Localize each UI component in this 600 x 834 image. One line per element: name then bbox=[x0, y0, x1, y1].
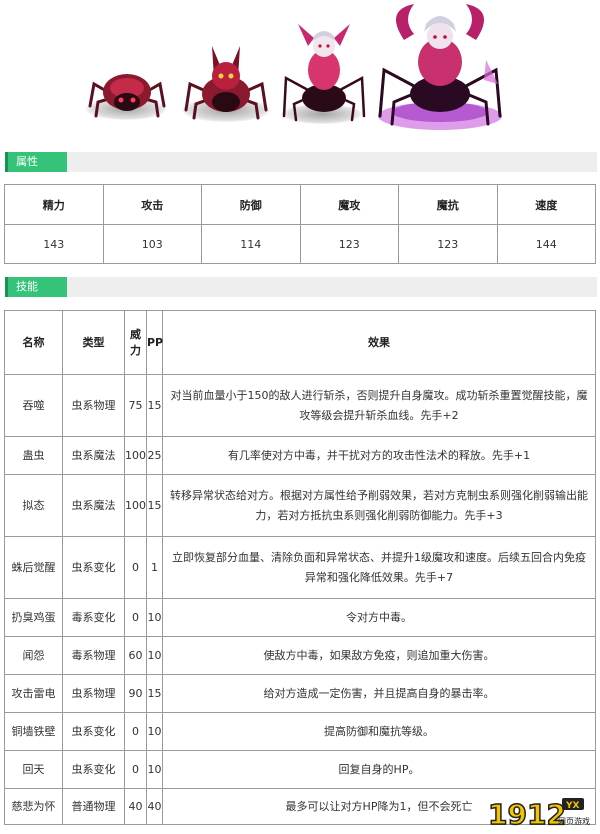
skill-pp: 10 bbox=[146, 598, 163, 637]
stat-value-defense: 114 bbox=[201, 224, 301, 264]
skill-power: 100 bbox=[124, 474, 147, 537]
skill-power: 0 bbox=[124, 750, 147, 789]
spider-stage-4-image bbox=[378, 4, 502, 130]
table-row: 蛛后觉醒 虫系变化 0 1 立即恢复部分血量、清除负面和异常状态、并提升1级魔攻… bbox=[4, 536, 596, 599]
skill-name: 拟态 bbox=[4, 474, 63, 537]
stat-header-defense: 防御 bbox=[201, 184, 301, 225]
skill-header-power: 威力 bbox=[124, 310, 147, 375]
stat-header-attack: 攻击 bbox=[102, 184, 202, 225]
skill-pp: 15 bbox=[146, 674, 163, 713]
table-row: 铜墙铁壁 虫系变化 0 10 提高防御和魔抗等级。 bbox=[4, 712, 596, 751]
skill-name: 攻击雷电 bbox=[4, 674, 63, 713]
skill-power: 0 bbox=[124, 598, 147, 637]
table-row: 回天 虫系变化 0 10 回复自身的HP。 bbox=[4, 750, 596, 789]
skill-power: 40 bbox=[124, 788, 147, 825]
skill-type: 虫系魔法 bbox=[62, 436, 125, 475]
watermark-tagline: 网页游戏 bbox=[558, 816, 590, 826]
stat-value-attack: 103 bbox=[102, 224, 202, 264]
skill-power: 0 bbox=[124, 712, 147, 751]
watermark-logo-text: 1912 bbox=[488, 798, 566, 830]
skill-type: 毒系变化 bbox=[62, 598, 125, 637]
skill-pp: 10 bbox=[146, 636, 163, 675]
stat-header-magic-resist: 魔抗 bbox=[398, 184, 498, 225]
skill-effect: 令对方中毒。 bbox=[162, 598, 596, 637]
skill-type: 虫系变化 bbox=[62, 536, 125, 599]
stat-value-magic-resist: 123 bbox=[398, 224, 498, 264]
table-row: 蛊虫 虫系魔法 100 25 有几率使对方中毒，并干扰对方的攻击性法术的释放。先… bbox=[4, 436, 596, 475]
skill-effect: 回复自身的HP。 bbox=[162, 750, 596, 789]
skill-effect: 提高防御和魔抗等级。 bbox=[162, 712, 596, 751]
stat-value-speed: 144 bbox=[496, 224, 596, 264]
skills-table: 名称 类型 威力 PP 效果 吞噬 虫系物理 75 15 对当前血量小于150的… bbox=[4, 310, 596, 825]
watermark-sub-text: YX bbox=[565, 801, 580, 811]
stats-value-row: 143 103 114 123 123 144 bbox=[4, 224, 596, 264]
skill-name: 回天 bbox=[4, 750, 63, 789]
skill-pp: 15 bbox=[146, 374, 163, 437]
spider-stage-2-image bbox=[184, 46, 268, 120]
skill-name: 吞噬 bbox=[4, 374, 63, 437]
skill-type: 毒系物理 bbox=[62, 636, 125, 675]
skill-type: 虫系物理 bbox=[62, 374, 125, 437]
skill-pp: 10 bbox=[146, 750, 163, 789]
skill-header-name: 名称 bbox=[4, 310, 63, 375]
skill-effect: 使敌方中毒，如果敌方免疫，则追加重大伤害。 bbox=[162, 636, 596, 675]
skill-name: 铜墙铁壁 bbox=[4, 712, 63, 751]
spider-stage-3-image bbox=[282, 24, 366, 122]
skill-type: 虫系魔法 bbox=[62, 474, 125, 537]
skill-name: 慈悲为怀 bbox=[4, 788, 63, 825]
skill-pp: 40 bbox=[146, 788, 163, 825]
skill-name: 蛊虫 bbox=[4, 436, 63, 475]
table-row: 吞噬 虫系物理 75 15 对当前血量小于150的敌人进行斩杀，否则提升自身魔攻… bbox=[4, 374, 596, 437]
skill-power: 0 bbox=[124, 536, 147, 599]
skill-power: 60 bbox=[124, 636, 147, 675]
skill-effect: 有几率使对方中毒，并干扰对方的攻击性法术的释放。先手+1 bbox=[162, 436, 596, 475]
skill-power: 75 bbox=[124, 374, 147, 437]
skill-header-type: 类型 bbox=[62, 310, 125, 375]
skill-type: 虫系变化 bbox=[62, 750, 125, 789]
skill-type: 普通物理 bbox=[62, 788, 125, 825]
skill-pp: 15 bbox=[146, 474, 163, 537]
table-row: 闻怨 毒系物理 60 10 使敌方中毒，如果敌方免疫，则追加重大伤害。 bbox=[4, 636, 596, 675]
stat-value-magic-attack: 123 bbox=[299, 224, 399, 264]
skill-pp: 25 bbox=[146, 436, 163, 475]
table-row: 拟态 虫系魔法 100 15 转移异常状态给对方。根据对方属性给予削弱效果，若对… bbox=[4, 474, 596, 537]
stat-header-speed: 速度 bbox=[496, 184, 596, 225]
skill-header-pp: PP bbox=[146, 310, 163, 375]
skill-pp: 10 bbox=[146, 712, 163, 751]
stat-value-energy: 143 bbox=[4, 224, 104, 264]
skills-header-row: 名称 类型 威力 PP 效果 bbox=[4, 310, 596, 375]
evolution-sprites bbox=[70, 0, 530, 135]
stat-header-energy: 精力 bbox=[4, 184, 104, 225]
skill-effect: 立即恢复部分血量、清除负面和异常状态、并提升1级魔攻和速度。后续五回合内免疫异常… bbox=[162, 536, 596, 599]
skill-power: 100 bbox=[124, 436, 147, 475]
skill-power: 90 bbox=[124, 674, 147, 713]
site-logo-watermark: 1912 YX 网页游戏 bbox=[487, 797, 590, 830]
table-row: 扔臭鸡蛋 毒系变化 0 10 令对方中毒。 bbox=[4, 598, 596, 637]
spider-stage-1-image bbox=[88, 74, 166, 118]
skill-pp: 1 bbox=[146, 536, 163, 599]
stats-header-row: 精力 攻击 防御 魔攻 魔抗 速度 bbox=[4, 184, 596, 225]
skill-effect: 转移异常状态给对方。根据对方属性给予削弱效果，若对方克制虫系则强化削弱输出能力，… bbox=[162, 474, 596, 537]
skill-name: 扔臭鸡蛋 bbox=[4, 598, 63, 637]
skill-effect: 给对方造成一定伤害，并且提高自身的暴击率。 bbox=[162, 674, 596, 713]
skill-name: 蛛后觉醒 bbox=[4, 536, 63, 599]
skill-type: 虫系变化 bbox=[62, 712, 125, 751]
table-row: 攻击雷电 虫系物理 90 15 给对方造成一定伤害，并且提高自身的暴击率。 bbox=[4, 674, 596, 713]
stat-header-magic-attack: 魔攻 bbox=[299, 184, 399, 225]
skill-name: 闻怨 bbox=[4, 636, 63, 675]
stats-table: 精力 攻击 防御 魔攻 魔抗 速度 143 103 114 123 123 14… bbox=[4, 184, 596, 264]
skills-section-tab: 技能 bbox=[5, 277, 67, 297]
skill-effect: 对当前血量小于150的敌人进行斩杀，否则提升自身魔攻。成功斩杀重置觉醒技能，魔攻… bbox=[162, 374, 596, 437]
skills-section-bar: 技能 bbox=[5, 277, 597, 297]
attributes-section-bar: 属性 bbox=[5, 152, 597, 172]
skill-header-effect: 效果 bbox=[162, 310, 596, 375]
attributes-section-tab: 属性 bbox=[5, 152, 67, 172]
skill-type: 虫系物理 bbox=[62, 674, 125, 713]
